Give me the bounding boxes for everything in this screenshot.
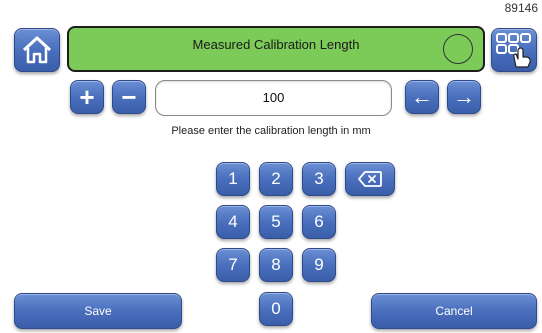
cancel-button[interactable]: Cancel [371,293,537,329]
menu-grid-button[interactable] [491,28,537,72]
arrow-left-button[interactable]: ← [405,80,439,114]
backspace-icon [358,171,382,187]
key-7[interactable]: 7 [216,248,250,282]
title-bar: Measured Calibration Length [67,26,485,72]
key-8[interactable]: 8 [259,248,293,282]
status-indicator [443,34,473,64]
key-1[interactable]: 1 [216,162,250,196]
grid-hand-icon [494,31,534,69]
home-icon [21,35,53,65]
key-6[interactable]: 6 [302,205,336,239]
key-0[interactable]: 0 [259,292,293,326]
increment-button[interactable]: + [70,80,104,114]
key-9[interactable]: 9 [302,248,336,282]
arrow-right-icon: → [453,84,475,109]
decrement-button[interactable]: − [112,80,146,114]
key-2[interactable]: 2 [259,162,293,196]
page-title: Measured Calibration Length [192,37,360,52]
key-3[interactable]: 3 [302,162,336,196]
key-4[interactable]: 4 [216,205,250,239]
minus-icon: − [121,82,137,112]
screen-id: 89146 [504,1,538,15]
key-5[interactable]: 5 [259,205,293,239]
arrow-left-icon: ← [411,84,433,109]
home-button[interactable] [14,28,60,72]
input-hint: Please enter the calibration length in m… [171,125,371,137]
save-button[interactable]: Save [14,293,182,329]
arrow-right-button[interactable]: → [447,80,481,114]
backspace-button[interactable] [345,162,395,196]
plus-icon: + [79,82,95,112]
calibration-length-input[interactable]: 100 [155,80,392,116]
